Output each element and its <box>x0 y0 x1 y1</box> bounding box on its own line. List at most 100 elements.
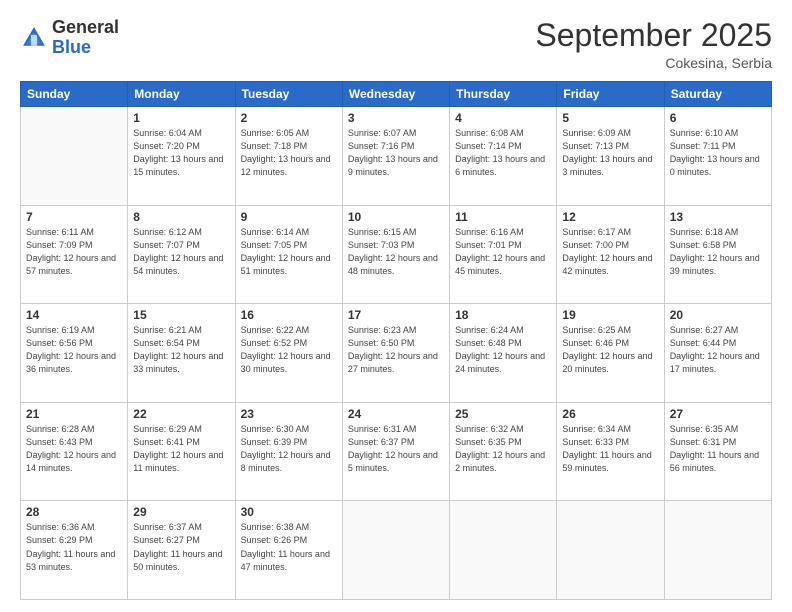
calendar-cell: 26 Sunrise: 6:34 AMSunset: 6:33 PMDayligh… <box>557 402 664 501</box>
week-row-4: 28 Sunrise: 6:36 AMSunset: 6:29 PMDayligh… <box>21 501 772 600</box>
column-header-tuesday: Tuesday <box>235 82 342 107</box>
day-number: 1 <box>133 111 229 125</box>
day-number: 2 <box>241 111 337 125</box>
calendar-cell <box>557 501 664 600</box>
calendar-cell: 14Sunrise: 6:19 AMSunset: 6:56 PMDayligh… <box>21 304 128 403</box>
day-number: 3 <box>348 111 444 125</box>
day-number: 30 <box>241 505 337 519</box>
column-header-saturday: Saturday <box>664 82 771 107</box>
day-number: 5 <box>562 111 658 125</box>
calendar-cell: 4 Sunrise: 6:08 AMSunset: 7:14 PMDaylight… <box>450 107 557 206</box>
day-info: Sunrise: 6:15 AMSunset: 7:03 PMDaylight:… <box>348 226 444 278</box>
day-number: 29 <box>133 505 229 519</box>
day-info: Sunrise: 6:21 AMSunset: 6:54 PMDaylight:… <box>133 324 229 376</box>
header: General Blue September 2025 Cokesina, Se… <box>20 18 772 71</box>
calendar-cell: 27Sunrise: 6:35 AMSunset: 6:31 PMDayligh… <box>664 402 771 501</box>
day-number: 26 <box>562 407 658 421</box>
day-number: 9 <box>241 210 337 224</box>
calendar-cell: 8Sunrise: 6:12 AMSunset: 7:07 PMDaylight… <box>128 205 235 304</box>
day-number: 28 <box>26 505 122 519</box>
day-info: Sunrise: 6:25 AMSunset: 6:46 PMDaylight:… <box>562 324 658 376</box>
calendar-table: SundayMondayTuesdayWednesdayThursdayFrid… <box>20 81 772 600</box>
day-info: Sunrise: 6:36 AMSunset: 6:29 PMDaylight:… <box>26 521 122 573</box>
calendar-cell: 17Sunrise: 6:23 AMSunset: 6:50 PMDayligh… <box>342 304 449 403</box>
week-row-3: 21 Sunrise: 6:28 AMSunset: 6:43 PMDayligh… <box>21 402 772 501</box>
calendar-cell: 7Sunrise: 6:11 AMSunset: 7:09 PMDaylight… <box>21 205 128 304</box>
day-info: Sunrise: 6:37 AMSunset: 6:27 PMDaylight:… <box>133 521 229 573</box>
calendar-cell: 12 Sunrise: 6:17 AMSunset: 7:00 PMDayligh… <box>557 205 664 304</box>
day-info: Sunrise: 6:28 AMSunset: 6:43 PMDaylight:… <box>26 423 122 475</box>
calendar-cell: 13 Sunrise: 6:18 AMSunset: 6:58 PMDayligh… <box>664 205 771 304</box>
day-info: Sunrise: 6:07 AMSunset: 7:16 PMDaylight:… <box>348 127 444 179</box>
day-info: Sunrise: 6:35 AMSunset: 6:31 PMDaylight:… <box>670 423 766 475</box>
calendar-cell: 2Sunrise: 6:05 AMSunset: 7:18 PMDaylight… <box>235 107 342 206</box>
day-number: 12 <box>562 210 658 224</box>
calendar-cell <box>21 107 128 206</box>
day-info: Sunrise: 6:10 AMSunset: 7:11 PMDaylight:… <box>670 127 766 179</box>
day-number: 20 <box>670 308 766 322</box>
day-number: 23 <box>241 407 337 421</box>
day-info: Sunrise: 6:22 AMSunset: 6:52 PMDaylight:… <box>241 324 337 376</box>
day-number: 22 <box>133 407 229 421</box>
day-number: 4 <box>455 111 551 125</box>
day-info: Sunrise: 6:29 AMSunset: 6:41 PMDaylight:… <box>133 423 229 475</box>
calendar-cell: 20 Sunrise: 6:27 AMSunset: 6:44 PMDayligh… <box>664 304 771 403</box>
calendar-cell: 30Sunrise: 6:38 AMSunset: 6:26 PMDayligh… <box>235 501 342 600</box>
calendar-cell: 23 Sunrise: 6:30 AMSunset: 6:39 PMDayligh… <box>235 402 342 501</box>
day-number: 25 <box>455 407 551 421</box>
day-number: 10 <box>348 210 444 224</box>
day-info: Sunrise: 6:04 AMSunset: 7:20 PMDaylight:… <box>133 127 229 179</box>
day-number: 6 <box>670 111 766 125</box>
column-header-thursday: Thursday <box>450 82 557 107</box>
day-number: 16 <box>241 308 337 322</box>
day-info: Sunrise: 6:14 AMSunset: 7:05 PMDaylight:… <box>241 226 337 278</box>
calendar-cell: 21 Sunrise: 6:28 AMSunset: 6:43 PMDayligh… <box>21 402 128 501</box>
title-block: September 2025 Cokesina, Serbia <box>535 18 772 71</box>
page: General Blue September 2025 Cokesina, Se… <box>0 0 792 612</box>
calendar-cell: 24Sunrise: 6:31 AMSunset: 6:37 PMDayligh… <box>342 402 449 501</box>
day-number: 21 <box>26 407 122 421</box>
column-header-sunday: Sunday <box>21 82 128 107</box>
calendar-cell: 5 Sunrise: 6:09 AMSunset: 7:13 PMDaylight… <box>557 107 664 206</box>
calendar-cell <box>450 501 557 600</box>
day-info: Sunrise: 6:30 AMSunset: 6:39 PMDaylight:… <box>241 423 337 475</box>
day-info: Sunrise: 6:19 AMSunset: 6:56 PMDaylight:… <box>26 324 122 376</box>
day-number: 7 <box>26 210 122 224</box>
day-info: Sunrise: 6:34 AMSunset: 6:33 PMDaylight:… <box>562 423 658 475</box>
calendar-cell: 29 Sunrise: 6:37 AMSunset: 6:27 PMDayligh… <box>128 501 235 600</box>
day-info: Sunrise: 6:18 AMSunset: 6:58 PMDaylight:… <box>670 226 766 278</box>
day-info: Sunrise: 6:12 AMSunset: 7:07 PMDaylight:… <box>133 226 229 278</box>
column-header-friday: Friday <box>557 82 664 107</box>
calendar-cell <box>664 501 771 600</box>
logo-icon <box>20 24 48 52</box>
day-info: Sunrise: 6:27 AMSunset: 6:44 PMDaylight:… <box>670 324 766 376</box>
calendar-cell: 22 Sunrise: 6:29 AMSunset: 6:41 PMDayligh… <box>128 402 235 501</box>
calendar-cell: 6 Sunrise: 6:10 AMSunset: 7:11 PMDaylight… <box>664 107 771 206</box>
week-row-1: 7Sunrise: 6:11 AMSunset: 7:09 PMDaylight… <box>21 205 772 304</box>
day-info: Sunrise: 6:32 AMSunset: 6:35 PMDaylight:… <box>455 423 551 475</box>
day-number: 11 <box>455 210 551 224</box>
column-header-monday: Monday <box>128 82 235 107</box>
day-number: 15 <box>133 308 229 322</box>
month-title: September 2025 <box>535 18 772 53</box>
day-number: 19 <box>562 308 658 322</box>
day-info: Sunrise: 6:09 AMSunset: 7:13 PMDaylight:… <box>562 127 658 179</box>
logo-general: General <box>52 18 119 38</box>
calendar-cell: 1 Sunrise: 6:04 AMSunset: 7:20 PMDaylight… <box>128 107 235 206</box>
logo: General Blue <box>20 18 119 58</box>
calendar-cell: 28 Sunrise: 6:36 AMSunset: 6:29 PMDayligh… <box>21 501 128 600</box>
logo-text: General Blue <box>52 18 119 58</box>
day-info: Sunrise: 6:08 AMSunset: 7:14 PMDaylight:… <box>455 127 551 179</box>
calendar-cell: 15 Sunrise: 6:21 AMSunset: 6:54 PMDayligh… <box>128 304 235 403</box>
calendar-cell: 3 Sunrise: 6:07 AMSunset: 7:16 PMDaylight… <box>342 107 449 206</box>
calendar-cell: 19 Sunrise: 6:25 AMSunset: 6:46 PMDayligh… <box>557 304 664 403</box>
calendar-cell: 11Sunrise: 6:16 AMSunset: 7:01 PMDayligh… <box>450 205 557 304</box>
location: Cokesina, Serbia <box>535 55 772 71</box>
calendar-cell <box>342 501 449 600</box>
calendar-cell: 18Sunrise: 6:24 AMSunset: 6:48 PMDayligh… <box>450 304 557 403</box>
day-info: Sunrise: 6:17 AMSunset: 7:00 PMDaylight:… <box>562 226 658 278</box>
week-row-0: 1 Sunrise: 6:04 AMSunset: 7:20 PMDaylight… <box>21 107 772 206</box>
calendar-header-row: SundayMondayTuesdayWednesdayThursdayFrid… <box>21 82 772 107</box>
day-info: Sunrise: 6:31 AMSunset: 6:37 PMDaylight:… <box>348 423 444 475</box>
day-number: 13 <box>670 210 766 224</box>
